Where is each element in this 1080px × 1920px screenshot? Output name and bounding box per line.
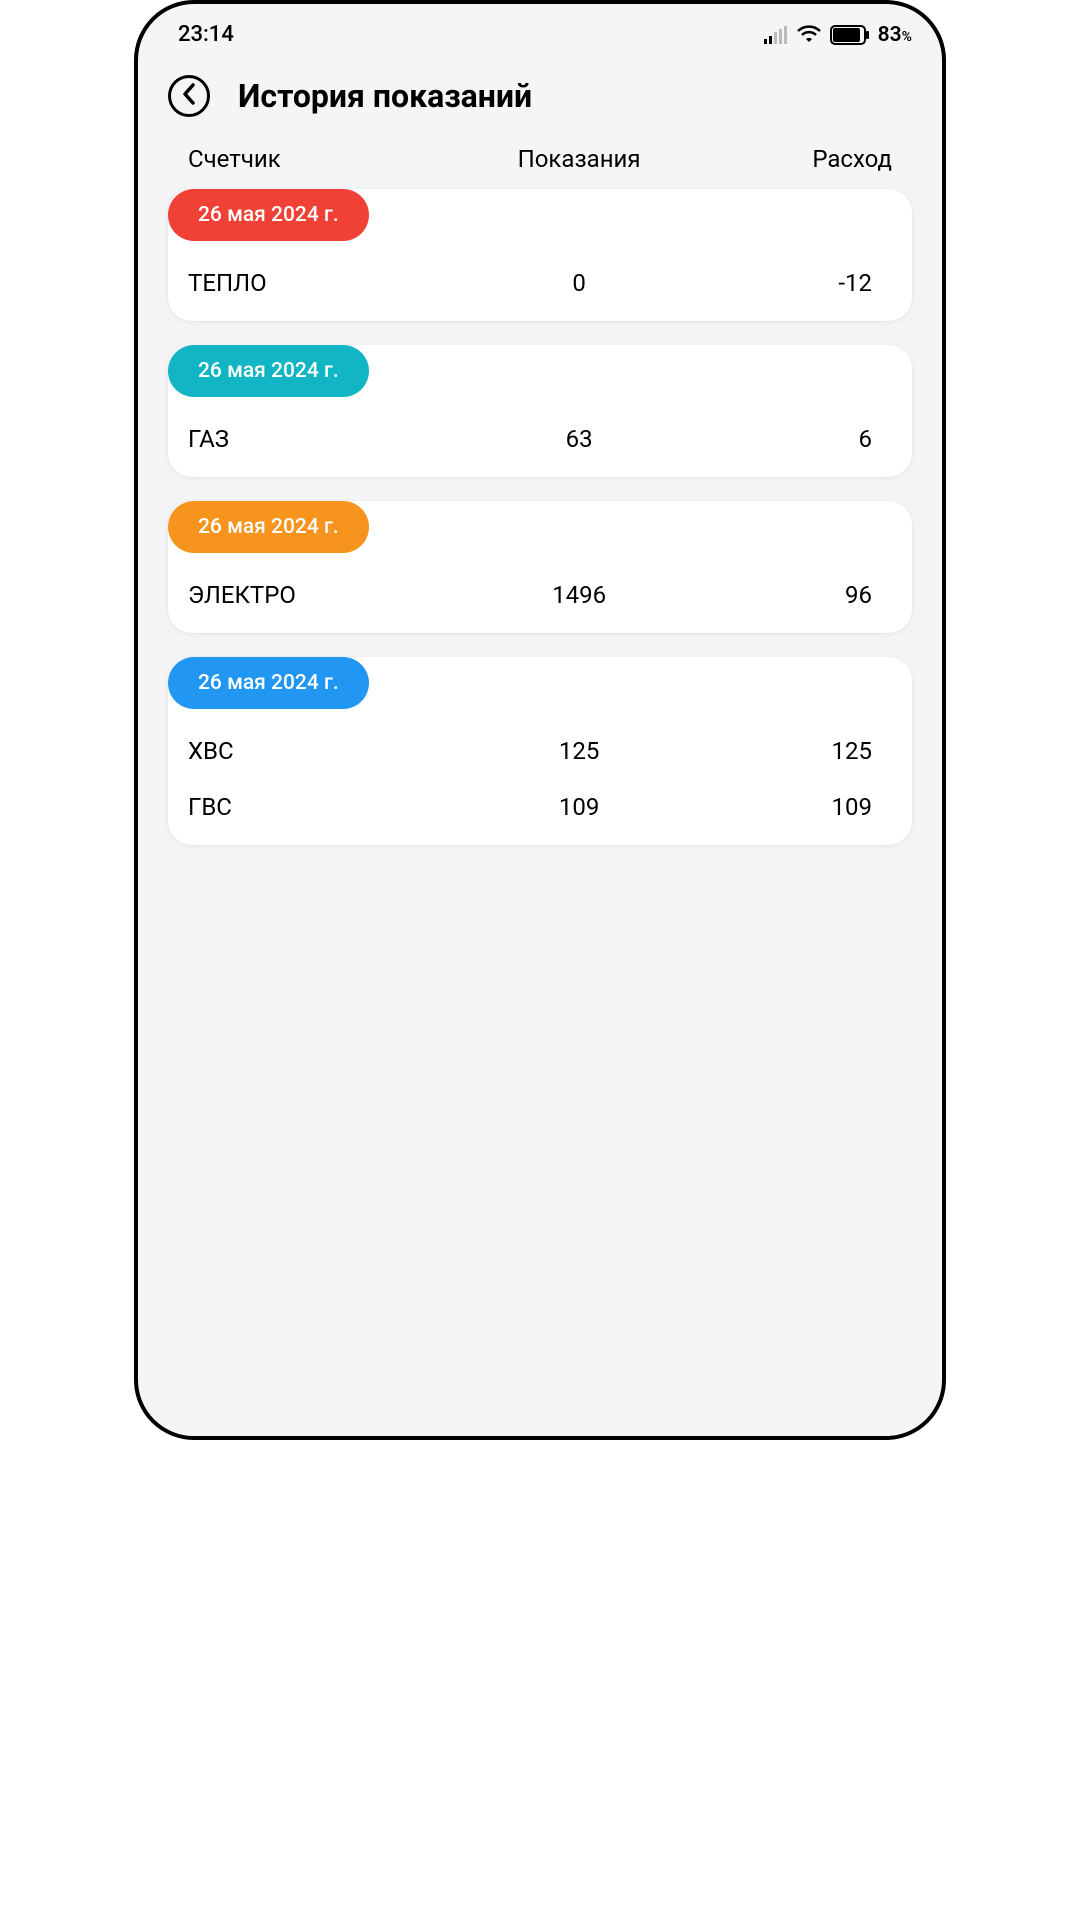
table-row: ГВС109109 xyxy=(168,793,912,821)
status-time: 23:14 xyxy=(178,22,234,47)
cards-list: 26 мая 2024 г. ТЕПЛО0-12 26 мая 2024 г. ГАЗ… xyxy=(168,189,912,845)
table-row: ЭЛЕКТРО149696 xyxy=(168,581,912,609)
date-badge: 26 мая 2024 г. xyxy=(168,189,369,241)
cell-meter: ГВС xyxy=(188,793,449,821)
cell-usage: 109 xyxy=(709,793,892,821)
meter-card[interactable]: 26 мая 2024 г. ТЕПЛО0-12 xyxy=(168,189,912,321)
cell-reading: 109 xyxy=(449,793,710,821)
table-row: ТЕПЛО0-12 xyxy=(168,269,912,297)
cell-usage: -12 xyxy=(709,269,892,297)
meter-card[interactable]: 26 мая 2024 г.ХВС125125ГВС109109 xyxy=(168,657,912,845)
wifi-icon xyxy=(796,25,822,45)
date-badge: 26 мая 2024 г. xyxy=(168,657,369,709)
cell-reading: 0 xyxy=(449,269,710,297)
date-badge: 26 мая 2024 г. xyxy=(168,345,369,397)
meter-card[interactable]: 26 мая 2024 г. ГАЗ636 xyxy=(168,345,912,477)
meter-card[interactable]: 26 мая 2024 г. ЭЛЕКТРО149696 xyxy=(168,501,912,633)
table-row: ГАЗ636 xyxy=(168,425,912,453)
date-badge: 26 мая 2024 г. xyxy=(168,501,369,553)
cell-meter: ЭЛЕКТРО xyxy=(188,581,449,609)
status-right: 83% xyxy=(764,23,912,47)
col-header-usage: Расход xyxy=(709,145,892,173)
page-title: История показаний xyxy=(238,77,532,115)
battery-icon xyxy=(830,25,870,45)
cell-reading: 63 xyxy=(449,425,710,453)
cell-meter: ТЕПЛО xyxy=(188,269,449,297)
cell-usage: 96 xyxy=(709,581,892,609)
status-bar: 23:14 xyxy=(138,4,942,55)
col-header-reading: Показания xyxy=(449,145,710,173)
cell-signal-icon xyxy=(764,26,788,44)
cell-usage: 6 xyxy=(709,425,892,453)
cell-reading: 1496 xyxy=(449,581,710,609)
back-button[interactable] xyxy=(168,75,210,117)
col-header-meter: Счетчик xyxy=(188,145,449,173)
table-row: ХВС125125 xyxy=(168,737,912,765)
content-area: История показаний Счетчик Показания Расх… xyxy=(138,55,942,865)
battery-percentage: 83% xyxy=(878,23,912,47)
column-headers: Счетчик Показания Расход xyxy=(168,145,912,173)
cell-meter: ГАЗ xyxy=(188,425,449,453)
page-header: История показаний xyxy=(168,75,912,117)
phone-frame: 23:14 xyxy=(134,0,946,1440)
cell-reading: 125 xyxy=(449,737,710,765)
cell-meter: ХВС xyxy=(188,737,449,765)
cell-usage: 125 xyxy=(709,737,892,765)
chevron-left-icon xyxy=(181,83,197,109)
